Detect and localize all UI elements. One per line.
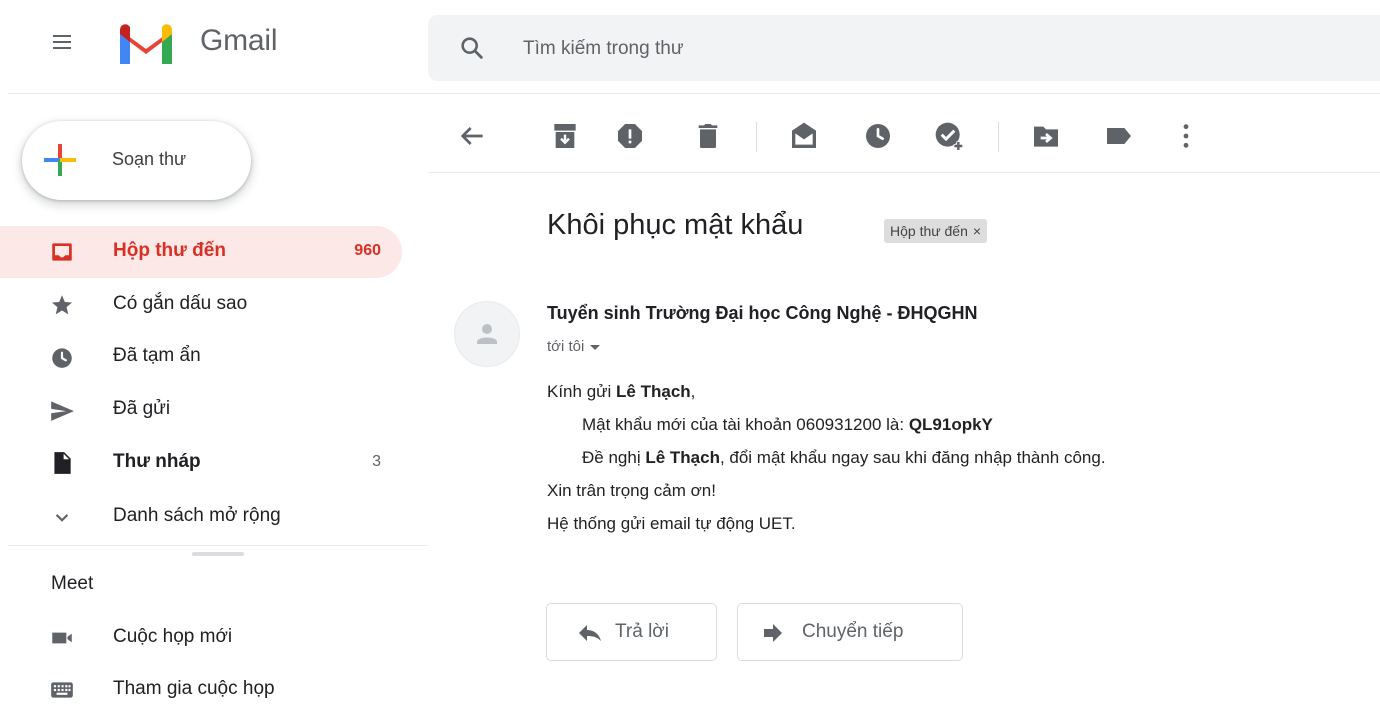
unread-count: 960 (354, 242, 381, 259)
delete-icon[interactable] (692, 120, 724, 152)
draft-icon (54, 452, 71, 474)
reply-button[interactable]: Trả lời (546, 603, 717, 661)
message-toolbar (428, 110, 1380, 162)
inbox-label-chip[interactable]: Hộp thư đến × (884, 219, 988, 243)
keyboard-icon (51, 682, 73, 698)
app-name: Gmail (200, 24, 278, 57)
sidebar-item-label: Có gắn dấu sao (113, 293, 248, 314)
password-line: Mật khẩu mới của tài khoản 060931200 là:… (582, 415, 993, 435)
video-camera-icon (52, 632, 72, 644)
password-line-text: Mật khẩu mới của tài khoản 060931200 là: (582, 415, 909, 434)
meet-item-label: Cuộc họp mới (113, 626, 233, 647)
sidebar-item-label: Đã tạm ẩn (113, 345, 201, 366)
forward-button[interactable]: Chuyển tiếp (737, 603, 963, 661)
sidebar-item-drafts[interactable]: Thư nháp 3 (0, 437, 402, 489)
gmail-logo-icon[interactable] (116, 22, 176, 64)
greeting-prefix: Kính gửi (547, 382, 617, 401)
add-to-tasks-icon[interactable] (933, 120, 965, 152)
toolbar-separator (998, 122, 999, 152)
greeting-suffix: , (690, 382, 696, 401)
sidebar-item-snoozed[interactable]: Đã tạm ẩn (0, 331, 402, 383)
star-icon (51, 295, 73, 315)
resize-handle[interactable] (192, 552, 244, 556)
recipient-label: tới tôi (547, 338, 585, 355)
search-icon[interactable] (458, 34, 486, 62)
compose-label: Soạn thư (112, 149, 187, 169)
app-header: Gmail (0, 0, 1380, 94)
recipient-name: Lê Thạch (616, 382, 691, 401)
sidebar-item-label: Thư nháp (113, 451, 201, 472)
send-icon (51, 401, 74, 421)
sidebar-item-starred[interactable]: Có gắn dấu sao (0, 279, 402, 331)
more-options-icon[interactable] (1170, 120, 1202, 152)
email-subject: Khôi phục mật khẩu (547, 209, 804, 241)
meet-item-label: Tham gia cuộc họp (113, 678, 275, 699)
caret-down-icon (590, 344, 601, 350)
label-chip-text: Hộp thư đến (890, 223, 968, 239)
move-to-icon[interactable] (1030, 120, 1062, 152)
reply-icon (579, 625, 601, 641)
forward-label: Chuyển tiếp (802, 621, 904, 642)
instruction-name: Lê Thạch (645, 448, 720, 467)
snooze-icon[interactable] (862, 120, 894, 152)
instruction-line: Đề nghị Lê Thạch, đổi mật khẩu ngay sau … (582, 448, 1106, 468)
meet-heading: Meet (51, 573, 94, 594)
search-bar (428, 15, 1380, 81)
sidebar-item-sent[interactable]: Đã gửi (0, 384, 402, 436)
search-input[interactable] (523, 29, 1303, 69)
sidebar-item-inbox[interactable]: Hộp thư đến 960 (0, 226, 402, 278)
draft-count: 3 (372, 453, 381, 470)
closing-line: Xin trân trọng cảm ơn! (547, 481, 716, 500)
toolbar-divider (428, 172, 1380, 173)
sidebar-divider (8, 545, 428, 546)
toolbar-separator (756, 122, 757, 152)
sidebar-item-more[interactable]: Danh sách mở rộng (0, 491, 402, 543)
archive-icon[interactable] (549, 120, 581, 152)
sidebar-item-label: Đã gửi (113, 398, 171, 419)
clock-icon (52, 348, 72, 368)
meet-join-meeting[interactable]: Tham gia cuộc họp (0, 664, 402, 709)
sidebar-item-label: Danh sách mở rộng (113, 505, 281, 526)
header-divider (8, 93, 1380, 94)
forward-icon (764, 624, 782, 642)
report-spam-icon[interactable] (614, 120, 646, 152)
label-icon[interactable] (1103, 120, 1135, 152)
compose-button[interactable]: Soạn thư (22, 121, 251, 200)
sidebar-item-label: Hộp thư đến (113, 240, 226, 261)
new-password: QL91opkY (908, 415, 993, 434)
chevron-down-icon (55, 514, 69, 522)
instruction-prefix: Đề nghị (582, 448, 646, 467)
inbox-icon (52, 243, 72, 261)
person-icon (477, 324, 497, 344)
meet-new-meeting[interactable]: Cuộc họp mới (0, 612, 402, 664)
recipient-details[interactable]: tới tôi (547, 338, 601, 355)
instruction-suffix: , đổi mật khẩu ngay sau khi đăng nhập th… (719, 448, 1106, 467)
remove-label-icon[interactable]: × (973, 223, 981, 239)
mark-unread-icon[interactable] (788, 120, 820, 152)
sender-avatar[interactable] (454, 301, 520, 367)
signature-line: Hệ thống gửi email tự động UET. (547, 514, 796, 533)
greeting-line: Kính gửi Lê Thạch, (547, 382, 695, 402)
reply-label: Trả lời (615, 621, 669, 642)
main-menu-icon[interactable] (49, 28, 77, 56)
plus-icon (44, 144, 76, 176)
back-arrow-icon[interactable] (456, 120, 488, 152)
sender-name[interactable]: Tuyển sinh Trường Đại học Công Nghệ - ĐH… (547, 303, 978, 324)
